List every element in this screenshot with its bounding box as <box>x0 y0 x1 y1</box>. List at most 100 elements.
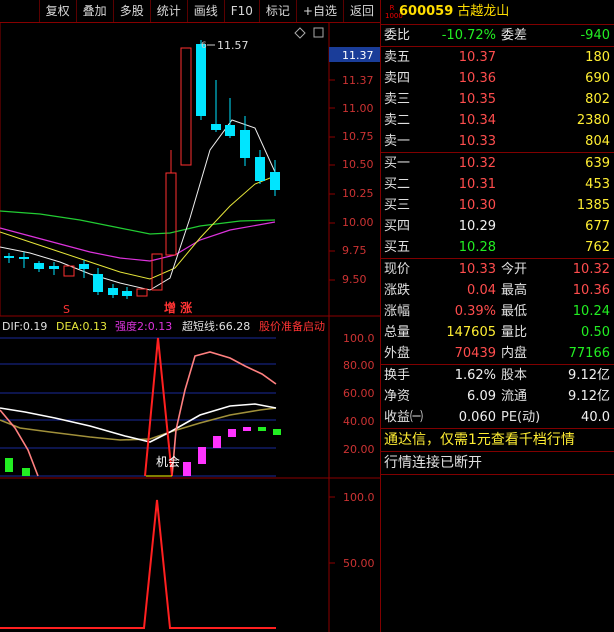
current-price-tag: 11.37 <box>342 49 374 62</box>
sell-price: 10.33 <box>458 134 496 149</box>
stat-row: 总量 147605 量比 0.50 <box>381 322 614 343</box>
finance-row: 换手 1.62% 股本 9.12亿 <box>381 365 614 386</box>
sell-label: 卖五 <box>384 50 411 65</box>
stat-label: 涨跌 <box>384 283 411 298</box>
buy-row[interactable]: 买三 10.30 1385 <box>381 195 614 216</box>
buy-label: 买二 <box>384 177 411 192</box>
price-axis: 11.37 11.37 11.00 10.75 10.50 10.25 10.0… <box>329 47 380 286</box>
svg-text:DEA:0.13: DEA:0.13 <box>56 320 107 333</box>
bottom-axis-label-1: 50.00 <box>343 557 375 570</box>
stat-value: 77166 <box>568 346 610 361</box>
buy-volume: 677 <box>585 219 610 234</box>
stat-value: 10.32 <box>572 262 610 277</box>
sell-volume: 690 <box>585 71 610 86</box>
multi-stock-button[interactable]: 多股 <box>112 0 150 22</box>
chart-toolbar: 复权 叠加 多股 统计 画线 F10 标记 +自选 返回 <box>0 0 380 23</box>
stock-name: 古越龙山 <box>457 4 510 19</box>
sell-volume: 804 <box>585 134 610 149</box>
dea-label: DEA: <box>56 320 82 333</box>
finance-label: 股本 <box>501 368 528 383</box>
sell-row[interactable]: 卖四 10.36 690 <box>381 68 614 89</box>
finance-value: 9.12亿 <box>568 368 610 383</box>
stat-label: 量比 <box>501 325 528 340</box>
stat-value: 70439 <box>454 346 496 361</box>
weibi-label: 委比 <box>384 28 411 43</box>
ma-line-green <box>0 210 276 235</box>
buy-row[interactable]: 买五 10.28 762 <box>381 237 614 258</box>
maximize-icon[interactable] <box>313 27 324 38</box>
buy-price: 10.32 <box>458 156 496 171</box>
dif-value: 0.19 <box>23 320 48 333</box>
svg-text:超短线:66.28: 超短线:66.28 <box>182 319 250 333</box>
stat-value: 10.33 <box>458 262 496 277</box>
finance-value: 9.12亿 <box>568 389 610 404</box>
buy-label: 买一 <box>384 156 411 171</box>
weibi-value: -10.72% <box>441 28 496 43</box>
buy-label: 买三 <box>384 198 411 213</box>
finance-value: 1.62% <box>454 368 496 383</box>
sell-price: 10.34 <box>458 113 496 128</box>
buy-price: 10.28 <box>458 240 496 255</box>
zengzhang-marker: 增 涨 <box>164 300 192 315</box>
indicator-grid <box>0 337 276 477</box>
buy-volume: 762 <box>585 240 610 255</box>
indicator-bars <box>5 427 281 476</box>
kline-chart-area[interactable]: 11.37 11.37 11.00 10.75 10.50 10.25 10.0… <box>0 22 380 632</box>
buy-row[interactable]: 买一 10.32 639 <box>381 153 614 174</box>
stat-value: 0.50 <box>581 325 610 340</box>
buy-row[interactable]: 买二 10.31 453 <box>381 174 614 195</box>
stat-row: 外盘 70439 内盘 77166 <box>381 343 614 364</box>
finance-label: 净资 <box>384 389 411 404</box>
short-label: 超短线: <box>182 319 219 333</box>
back-button[interactable]: 返回 <box>342 0 380 22</box>
stock-code: 600059 <box>399 4 454 19</box>
stat-value: 147605 <box>446 325 496 340</box>
sell-row[interactable]: 卖一 10.33 804 <box>381 131 614 152</box>
mark-button[interactable]: 标记 <box>258 0 296 22</box>
sell-price: 10.35 <box>458 92 496 107</box>
svg-text:强度2:0.13: 强度2:0.13 <box>115 319 172 333</box>
f10-button[interactable]: F10 <box>223 0 259 22</box>
strength-value: 0.13 <box>148 320 173 333</box>
price-axis-label-2: 10.75 <box>342 130 374 143</box>
finance-value: 0.060 <box>458 410 496 425</box>
stat-label: 涨幅 <box>384 304 411 319</box>
chance-label: 机会 <box>156 455 180 469</box>
fuquan-button[interactable]: 复权 <box>38 0 76 22</box>
bottom-axis-ticks <box>329 496 335 564</box>
svg-text:DIF:0.19: DIF:0.19 <box>2 320 47 333</box>
draw-line-button[interactable]: 画线 <box>186 0 224 22</box>
sell-label: 卖三 <box>384 92 411 107</box>
sell-row[interactable]: 卖五 10.37 180 <box>381 47 614 68</box>
diamond-icon[interactable] <box>294 27 306 39</box>
stat-value: 0.04 <box>467 283 496 298</box>
buy-row[interactable]: 买四 10.29 677 <box>381 216 614 237</box>
add-watchlist-button[interactable]: +自选 <box>295 0 343 22</box>
ready-label: 股价准备启动 <box>259 319 325 333</box>
price-axis-label-7: 9.50 <box>342 273 367 286</box>
buy-price: 10.31 <box>458 177 496 192</box>
finance-label: 换手 <box>384 368 411 383</box>
stat-row: 现价 10.33 今开 10.32 <box>381 259 614 280</box>
sell-label: 卖四 <box>384 71 411 86</box>
stat-label: 今开 <box>501 262 528 277</box>
sell-row[interactable]: 卖二 10.34 2380 <box>381 110 614 131</box>
sell-row[interactable]: 卖三 10.35 802 <box>381 89 614 110</box>
stat-row: 涨跌 0.04 最高 10.36 <box>381 280 614 301</box>
sell-volume: 2380 <box>576 113 610 128</box>
statistics-button[interactable]: 统计 <box>149 0 187 22</box>
price-axis-label-3: 10.50 <box>342 158 374 171</box>
finance-row: 净资 6.09 流通 9.12亿 <box>381 386 614 407</box>
indicator-header: DIF:0.19 DEA:0.13 强度2:0.13 超短线:66.28 股价准… <box>2 319 325 333</box>
chart-svg[interactable]: 11.37 11.37 11.00 10.75 10.50 10.25 10.0… <box>0 22 380 632</box>
sell-price: 10.36 <box>458 71 496 86</box>
overlay-button[interactable]: 叠加 <box>75 0 113 22</box>
finance-value: 6.09 <box>467 389 496 404</box>
stat-label: 总量 <box>384 325 411 340</box>
promo-notice[interactable]: 通达信，仅需1元查看千档行情 <box>381 428 614 451</box>
buy-price: 10.30 <box>458 198 496 213</box>
price-axis-ticks <box>329 79 335 281</box>
finance-label: 流通 <box>501 389 528 404</box>
strength-label: 强度2: <box>115 319 148 333</box>
price-pane-frame <box>0 22 330 317</box>
